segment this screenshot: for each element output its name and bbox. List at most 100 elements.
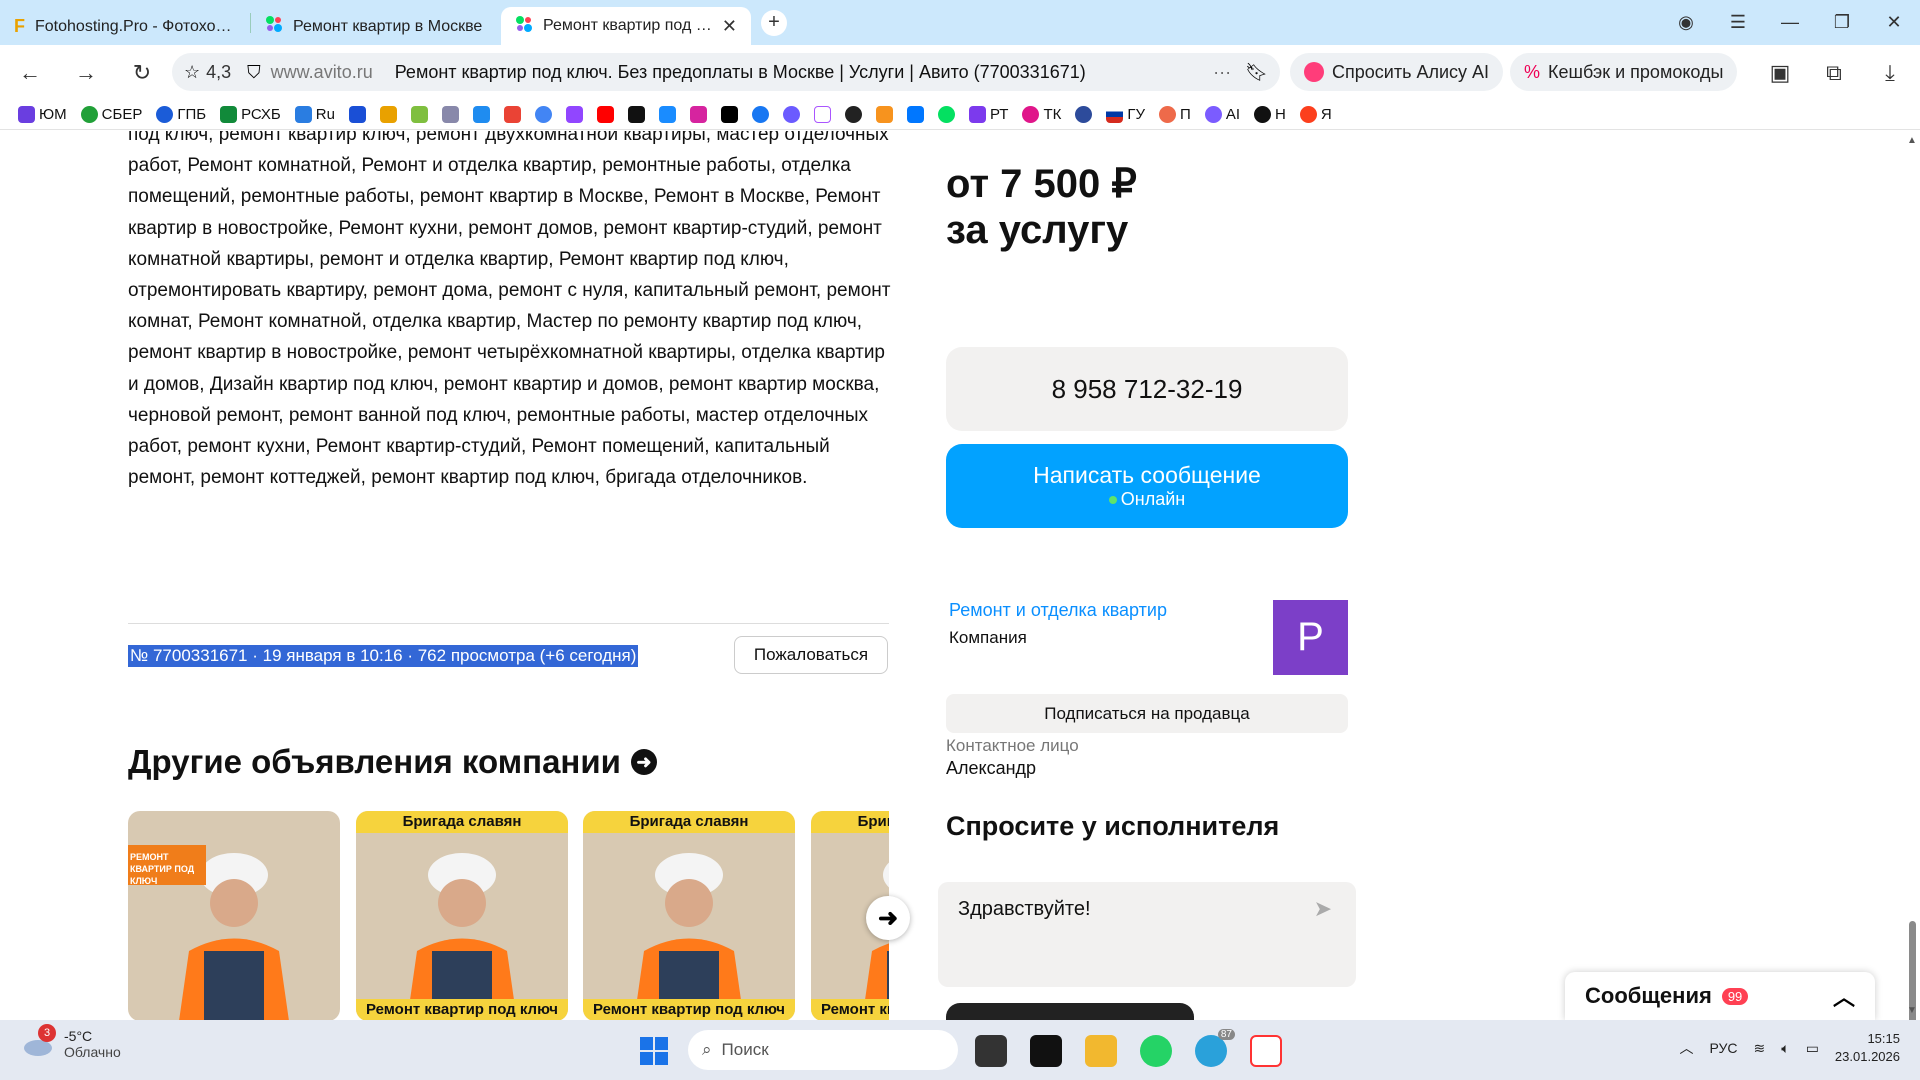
address-bar-row: ← → ↻ ☆ 4,3 ⛉ www.avito.ru Ремонт кварти…: [0, 45, 1920, 100]
twitch-icon[interactable]: [565, 106, 583, 123]
listing-card[interactable]: Бригада славян Ремонт квартир под ключ: [356, 811, 568, 1020]
bookmark-gu[interactable]: ГУ: [1106, 106, 1145, 123]
phone-button[interactable]: 8 958 712-32-19: [946, 347, 1348, 431]
subscribe-button[interactable]: Подписаться на продавца: [946, 694, 1348, 733]
listings-carousel: РЕМОНТ КВАРТИР ПОД КЛЮЧ Бригада славян Р…: [128, 811, 889, 1020]
language-indicator[interactable]: РУС: [1710, 1040, 1738, 1056]
date: 23.01.2026: [1834, 1049, 1900, 1064]
bookmark-sber[interactable]: СБЕР: [80, 106, 142, 123]
system-tray: ︿ РУС ≋ 🔈︎ ▭ 15:15 23.01.2026: [1680, 1030, 1901, 1066]
new-tab-button[interactable]: +: [761, 9, 787, 36]
seller-name-link[interactable]: Ремонт и отделка квартир: [949, 600, 1167, 621]
reload-icon[interactable]: ↻: [120, 60, 164, 86]
gmail-icon[interactable]: [503, 106, 521, 123]
other-listings-heading[interactable]: Другие объявления компании ➜: [128, 743, 657, 781]
write-message-button[interactable]: Написать сообщение Онлайн: [946, 444, 1348, 528]
whatsapp-icon[interactable]: [1140, 1035, 1172, 1067]
bookmark-rt[interactable]: РТ: [968, 106, 1008, 123]
chevron-up-icon[interactable]: ︿: [1833, 980, 1855, 1012]
messenger-icon[interactable]: [782, 106, 800, 123]
bookmark-ya[interactable]: Я: [1299, 106, 1332, 123]
app-h-icon[interactable]: [1030, 1035, 1062, 1067]
scroll-down-icon[interactable]: ▼: [1907, 1005, 1917, 1016]
wifi-icon[interactable]: ≋: [1754, 1040, 1766, 1057]
tab-fotohosting[interactable]: F Fotohosting.Pro - Фотохостинг: [0, 9, 250, 45]
page-scrollbar[interactable]: ▲ ▼: [1904, 131, 1920, 1020]
avito-icon[interactable]: [937, 106, 955, 123]
bookmark-icon-10[interactable]: [1075, 106, 1093, 123]
windows-start-icon[interactable]: [640, 1037, 668, 1065]
send-icon[interactable]: ➤: [1314, 896, 1332, 922]
bookmark-gpb[interactable]: ГПБ: [156, 106, 206, 123]
restore-icon[interactable]: ❐: [1816, 12, 1868, 33]
cashback-button[interactable]: % Кешбэк и промокоды: [1510, 53, 1738, 91]
listing-card[interactable]: Бригада славян Ремонт квартир под ключ: [583, 811, 795, 1020]
battery-icon[interactable]: ▭: [1806, 1040, 1819, 1057]
bookmark-icon-7[interactable]: [658, 106, 676, 123]
window-controls: ◉ ☰ — ❐ ✕: [1660, 0, 1920, 45]
bookmark-icon-9[interactable]: [844, 106, 862, 123]
close-window-icon[interactable]: ✕: [1868, 12, 1920, 33]
tab-avito-remont[interactable]: Ремонт квартир под ключ ✕: [501, 7, 751, 45]
messages-panel[interactable]: Сообщения 99 ︿: [1565, 972, 1875, 1020]
carousel-next-button[interactable]: ➜: [866, 896, 910, 940]
ask-alice-button[interactable]: Спросить Алису AI: [1290, 53, 1504, 91]
bookmark-icon-4[interactable]: [441, 106, 459, 123]
download-icon[interactable]: ⤓: [1868, 60, 1912, 86]
more-icon[interactable]: ···: [1213, 62, 1231, 83]
seller-avatar[interactable]: Р: [1273, 600, 1348, 675]
bookmark-icon-1[interactable]: [348, 106, 366, 123]
chevron-up-icon[interactable]: ︿: [1680, 1038, 1694, 1058]
scroll-up-icon[interactable]: ▲: [1907, 135, 1917, 146]
dark-button[interactable]: [946, 1003, 1194, 1020]
weather-widget[interactable]: 3 -5°C Облачно: [22, 1024, 121, 1060]
bookmark-icon-3[interactable]: [410, 106, 428, 123]
bookmark-icon-5[interactable]: [472, 106, 490, 123]
task-view-icon[interactable]: [975, 1035, 1007, 1067]
temperature: -5°C: [64, 1028, 93, 1044]
taskbar-search[interactable]: ⌕ Поиск: [688, 1030, 958, 1070]
back-icon[interactable]: ←: [8, 60, 52, 86]
file-explorer-icon[interactable]: [1085, 1035, 1117, 1067]
facebook-icon[interactable]: [751, 106, 769, 123]
listing-card[interactable]: РЕМОНТ КВАРТИР ПОД КЛЮЧ: [128, 811, 340, 1020]
image-icon[interactable]: ▣: [1758, 60, 1802, 86]
url-field[interactable]: ☆ 4,3 ⛉ www.avito.ru Ремонт квартир под …: [172, 53, 1280, 91]
instagram-icon[interactable]: [689, 106, 707, 123]
tab-avito-moscow[interactable]: Ремонт квартир в Москве: [251, 9, 501, 45]
minimize-icon[interactable]: —: [1764, 12, 1816, 33]
shield-icon[interactable]: ⛉: [247, 62, 261, 83]
vk-icon[interactable]: [906, 106, 924, 123]
clock[interactable]: 15:15 23.01.2026: [1835, 1030, 1900, 1066]
bookmark-n[interactable]: Н: [1254, 106, 1286, 123]
profile-icon[interactable]: ◉: [1660, 12, 1712, 33]
tiktok-icon[interactable]: [720, 106, 738, 123]
ok-icon[interactable]: [875, 106, 893, 123]
yandex-browser-icon[interactable]: [1250, 1035, 1282, 1067]
ask-message-field[interactable]: Здравствуйте! ➤: [938, 882, 1356, 987]
telegram-icon[interactable]: 87: [1195, 1029, 1235, 1067]
bookmark-icon-8[interactable]: [813, 106, 831, 123]
close-tab-icon[interactable]: ✕: [722, 16, 737, 37]
bookmark-p[interactable]: П: [1159, 106, 1191, 123]
other-listings-title: Другие объявления компании: [128, 743, 621, 780]
divider: [128, 623, 889, 624]
volume-icon[interactable]: 🔈︎: [1781, 1040, 1789, 1057]
extensions-icon[interactable]: ⧉: [1812, 60, 1856, 86]
menu-icon[interactable]: ☰: [1712, 12, 1764, 33]
forward-icon[interactable]: →: [64, 60, 108, 86]
bookmark-icon-6[interactable]: [627, 106, 645, 123]
tab-title: Ремонт квартир под ключ: [543, 17, 712, 34]
bookmark-tk[interactable]: ТК: [1022, 106, 1061, 123]
star-icon[interactable]: ☆: [184, 62, 200, 83]
complain-button[interactable]: Пожаловаться: [734, 636, 888, 674]
bookmark-icon-2[interactable]: [379, 106, 397, 123]
bookmark-ai[interactable]: AI: [1204, 106, 1240, 123]
bookmark-icon[interactable]: 🔖︎: [1245, 62, 1268, 83]
card-top-label: Бригада славян: [583, 811, 795, 833]
youtube-icon[interactable]: [596, 106, 614, 123]
bookmark-ru[interactable]: Ru: [294, 106, 335, 123]
google-icon[interactable]: [534, 106, 552, 123]
bookmark-ym[interactable]: ЮМ: [18, 106, 67, 123]
bookmark-rshb[interactable]: РСХБ: [220, 106, 281, 123]
